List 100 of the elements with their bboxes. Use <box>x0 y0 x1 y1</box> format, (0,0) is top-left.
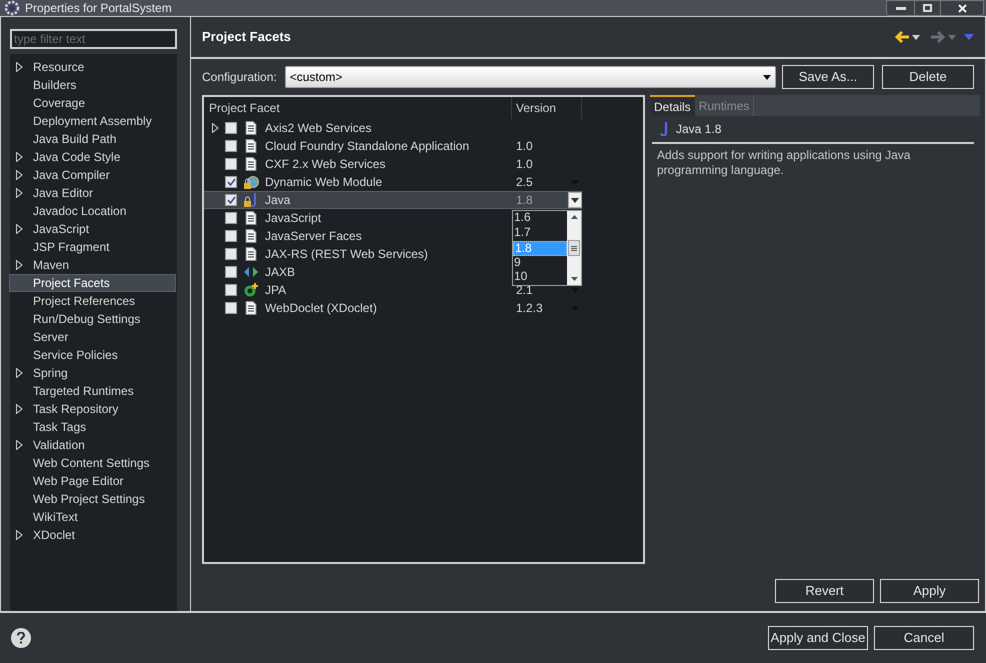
sidebar-item[interactable]: Spring <box>33 364 68 382</box>
facet-row[interactable]: Dynamic Web Module <box>204 173 512 191</box>
facet-row[interactable]: JavaServer Faces <box>204 227 512 245</box>
sidebar-item[interactable]: Task Tags <box>33 418 86 436</box>
version-dropdown-button[interactable] <box>568 192 582 208</box>
expand-icon[interactable] <box>16 440 23 450</box>
version-text: 2.1 <box>516 282 534 299</box>
column-header: Version <box>512 97 582 119</box>
document-icon <box>245 247 257 261</box>
expand-icon[interactable] <box>16 188 23 198</box>
sidebar-item[interactable]: Java Editor <box>33 184 94 202</box>
version-option[interactable]: 1.6 <box>513 211 567 226</box>
facet-row[interactable]: JAXB <box>204 263 512 281</box>
checkbox[interactable] <box>225 176 237 188</box>
sidebar-item[interactable]: JSP Fragment <box>33 238 110 256</box>
sidebar-item[interactable]: Server <box>33 328 68 346</box>
facet-row[interactable]: Axis2 Web Services <box>204 119 512 137</box>
apply-button[interactable]: Apply <box>880 579 979 603</box>
expand-icon[interactable] <box>16 62 23 72</box>
document-icon <box>245 211 257 225</box>
sidebar-item[interactable]: Project Facets <box>9 274 176 292</box>
checkbox[interactable] <box>225 248 237 260</box>
facet-row[interactable]: JPA <box>204 281 512 299</box>
sidebar-item[interactable]: Web Project Settings <box>33 490 145 508</box>
sidebar-item[interactable]: Java Build Path <box>33 130 116 148</box>
facet-name: JAXB <box>265 264 296 281</box>
version-text: 1.0 <box>516 156 534 173</box>
checkbox[interactable] <box>225 284 237 296</box>
sidebar-item[interactable]: Web Page Editor <box>33 472 124 490</box>
checkbox[interactable] <box>225 266 237 278</box>
sidebar-item[interactable]: Project References <box>33 292 136 310</box>
facet-name: WebDoclet (XDoclet) <box>265 300 377 317</box>
version-text: 1.8 <box>516 192 534 209</box>
expand-icon[interactable] <box>212 123 219 133</box>
facet-row[interactable]: WebDoclet (XDoclet) <box>204 299 512 317</box>
configuration-dropdown[interactable]: <custom> <box>284 66 776 88</box>
facet-row[interactable]: Java <box>204 191 512 209</box>
sidebar-item[interactable]: Builders <box>33 76 76 94</box>
facet-description: Adds support for writing applications using Java programming language. <box>656 147 912 178</box>
save-as-button[interactable]: Save As... <box>782 65 874 89</box>
version-option[interactable]: 1.7 <box>513 226 567 240</box>
expand-icon[interactable] <box>16 224 23 234</box>
sidebar-item[interactable]: Javadoc Location <box>33 202 126 220</box>
sidebar-item[interactable]: Java Compiler <box>33 166 110 184</box>
sidebar-item[interactable]: Maven <box>33 256 70 274</box>
facet-row[interactable]: JavaScript <box>204 209 512 227</box>
scroll-down-icon[interactable] <box>570 277 578 281</box>
sidebar-item[interactable]: Run/Debug Settings <box>33 310 140 328</box>
facet-title: Java 1.8 <box>676 121 722 138</box>
scroll-up-icon[interactable] <box>570 215 578 219</box>
scrollbar[interactable] <box>567 211 581 285</box>
version-text: 1.2.3 <box>516 300 544 317</box>
checkbox[interactable] <box>225 194 237 206</box>
caret-icon <box>571 198 579 202</box>
sidebar-item[interactable]: Deployment Assembly <box>33 112 152 130</box>
expand-icon[interactable] <box>16 170 23 180</box>
back-button[interactable] <box>894 30 920 44</box>
facet-row[interactable]: JAX-RS (REST Web Services) <box>204 245 512 263</box>
facet-row[interactable]: Cloud Foundry Standalone Application <box>204 137 512 155</box>
version-option[interactable]: 10 <box>513 270 567 285</box>
facet-name: CXF 2.x Web Services <box>265 156 386 173</box>
globe-lock-icon <box>243 174 259 190</box>
sidebar-item[interactable]: Java Code Style <box>33 148 120 166</box>
checkbox[interactable] <box>225 212 237 224</box>
gear-icon <box>4 0 20 16</box>
sidebar-item[interactable]: Task Repository <box>33 400 118 418</box>
sidebar-item[interactable]: Coverage <box>33 94 86 112</box>
expand-icon[interactable] <box>16 404 23 414</box>
revert-button[interactable]: Revert <box>775 579 874 603</box>
sidebar-item[interactable]: Service Policies <box>33 346 118 364</box>
facet-name: JavaScript <box>265 210 322 227</box>
facet-row[interactable]: CXF 2.x Web Services <box>204 155 512 173</box>
checkbox[interactable] <box>225 302 237 314</box>
sidebar-item[interactable]: Web Content Settings <box>33 454 150 472</box>
details-tab[interactable]: Details <box>650 95 695 116</box>
checkbox[interactable] <box>225 230 237 242</box>
java-icon <box>660 122 668 136</box>
checkbox[interactable] <box>225 140 237 152</box>
sidebar-item[interactable]: Validation <box>33 436 85 454</box>
expand-icon[interactable] <box>16 260 23 270</box>
version-option[interactable]: 9 <box>513 256 567 270</box>
sidebar-item[interactable]: XDoclet <box>33 526 76 544</box>
expand-icon[interactable] <box>16 530 23 540</box>
sidebar-item[interactable]: Resource <box>33 58 84 76</box>
facet-name: Dynamic Web Module <box>265 174 382 191</box>
sidebar-item[interactable]: WikiText <box>33 508 78 526</box>
help-button[interactable] <box>11 628 31 648</box>
facet-name: JavaServer Faces <box>265 228 362 245</box>
filter-field[interactable]: type filter text <box>10 29 177 49</box>
forward-button[interactable] <box>930 30 956 44</box>
sidebar-item[interactable]: JavaScript <box>33 220 90 238</box>
checkbox[interactable] <box>225 158 237 170</box>
delete-button[interactable]: Delete <box>882 65 974 89</box>
checkbox[interactable] <box>225 122 237 134</box>
expand-icon[interactable] <box>16 152 23 162</box>
sidebar-item[interactable]: Targeted Runtimes <box>33 382 134 400</box>
cancel-button[interactable]: Cancel <box>874 626 974 650</box>
apply-and-close-button[interactable]: Apply and Close <box>768 626 868 650</box>
view-menu-button[interactable] <box>964 34 974 40</box>
expand-icon[interactable] <box>16 368 23 378</box>
